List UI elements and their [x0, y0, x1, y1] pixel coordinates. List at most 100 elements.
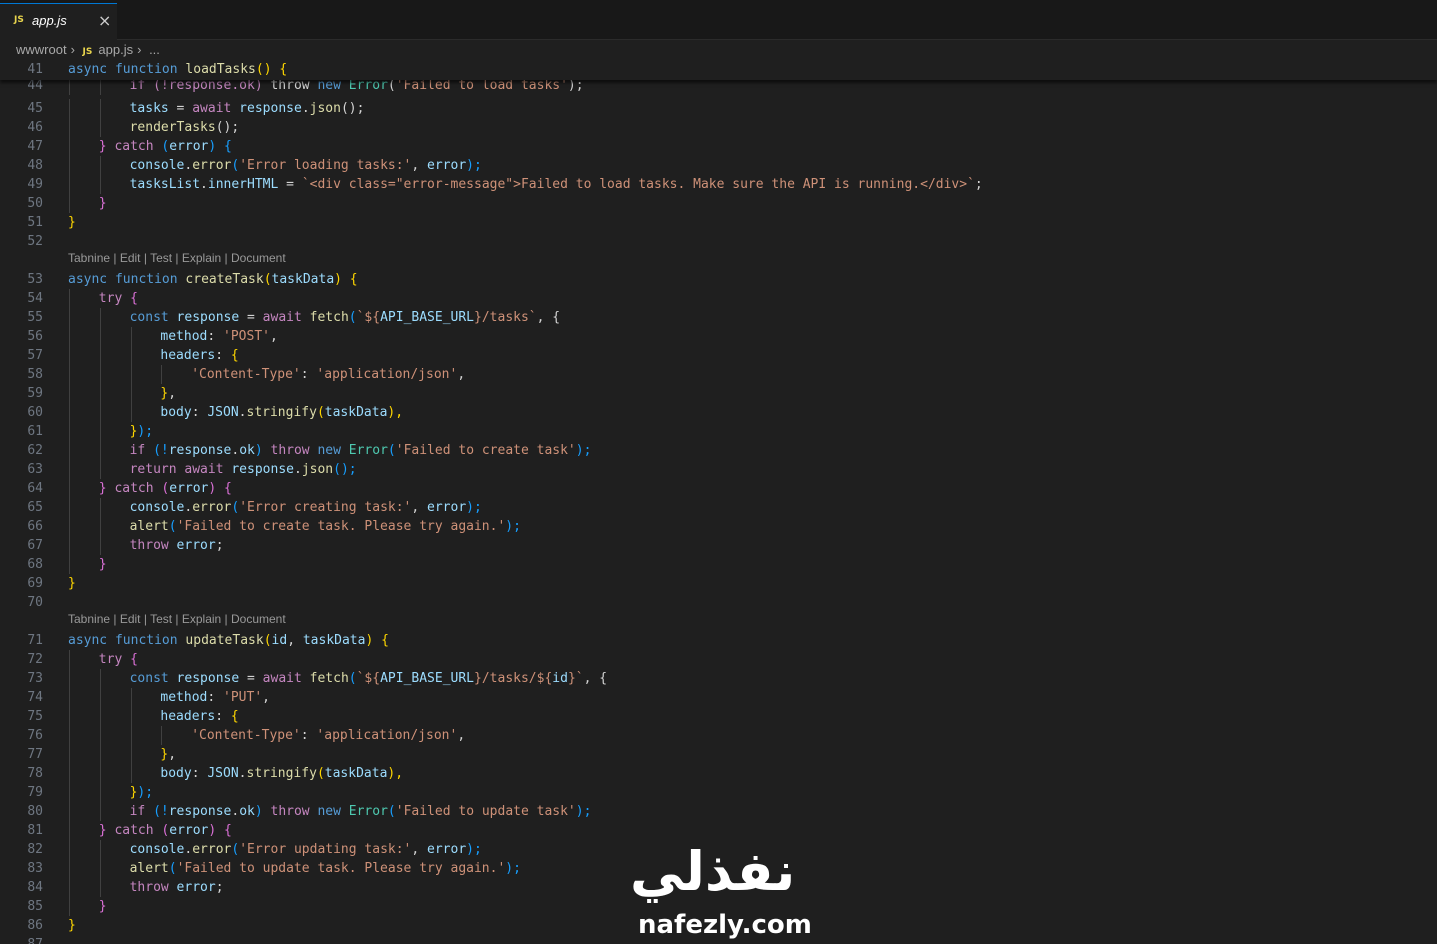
code-text[interactable]: console.error('Error loading tasks:', er… — [130, 156, 482, 175]
code-token: (); — [333, 462, 357, 477]
code-text[interactable]: } — [68, 213, 76, 232]
code-line[interactable]: 79}); — [0, 783, 1437, 802]
code-text[interactable]: async function createTask(taskData) { — [68, 270, 358, 289]
code-text[interactable]: const response = await fetch(`${API_BASE… — [130, 308, 561, 327]
code-text[interactable]: return await response.json(); — [130, 460, 357, 479]
code-text[interactable]: console.error('Error creating task:', er… — [130, 498, 482, 517]
code-text[interactable]: method: 'POST', — [160, 327, 277, 346]
code-text[interactable]: }); — [130, 783, 153, 802]
code-text[interactable]: alert('Failed to create task. Please try… — [130, 517, 521, 536]
code-line[interactable]: 51} — [0, 213, 1437, 232]
code-text[interactable]: }, — [160, 745, 176, 764]
code-editor[interactable]: 44 if (!response.ok) throw new Error('Fai… — [0, 60, 1437, 944]
indent-guide — [69, 346, 70, 365]
code-text[interactable]: async function updateTask(id, taskData) … — [68, 631, 389, 650]
code-line[interactable]: 72 try { — [0, 650, 1437, 669]
code-token: { — [216, 139, 232, 154]
code-line[interactable]: 76 'Content-Type': 'application/json', — [0, 726, 1437, 745]
indent-guide — [69, 517, 70, 536]
breadcrumb-symbol[interactable]: ... — [149, 42, 160, 57]
indent-guide — [69, 365, 70, 384]
code-line[interactable]: 73 const response = await fetch(`${API_BA… — [0, 669, 1437, 688]
code-text[interactable]: throw error; — [130, 878, 224, 897]
code-line[interactable]: 69} — [0, 574, 1437, 593]
code-line[interactable]: 57 headers: { — [0, 346, 1437, 365]
code-line[interactable]: 68} — [0, 555, 1437, 574]
code-line[interactable]: 65 console.error('Error creating task:', … — [0, 498, 1437, 517]
code-line[interactable]: 81} catch (error) { — [0, 821, 1437, 840]
code-line[interactable]: 80 if (!response.ok) throw new Error('Fai… — [0, 802, 1437, 821]
code-line[interactable]: 45 tasks = await response.json(); — [0, 99, 1437, 118]
indent-guide — [99, 878, 101, 897]
code-token: id — [271, 633, 288, 648]
code-text[interactable]: } — [68, 916, 76, 935]
code-line[interactable]: 48 console.error('Error loading tasks:', … — [0, 156, 1437, 175]
code-text[interactable]: } — [68, 574, 76, 593]
code-text[interactable]: if (!response.ok) throw new Error('Faile… — [130, 802, 592, 821]
code-text[interactable]: 'Content-Type': 'application/json', — [191, 365, 465, 384]
code-line[interactable]: 74 method: 'PUT', — [0, 688, 1437, 707]
code-text[interactable]: headers: { — [160, 707, 238, 726]
code-line[interactable]: 71 async function updateTask(id, taskData… — [0, 631, 1437, 650]
code-token: error — [168, 880, 216, 895]
code-text[interactable]: console.error('Error updating task:', er… — [130, 840, 482, 859]
code-text[interactable]: body: JSON.stringify(taskData), — [160, 764, 403, 783]
code-text[interactable]: alert('Failed to update task. Please try… — [130, 859, 521, 878]
code-line[interactable]: 77}, — [0, 745, 1437, 764]
code-text[interactable]: throw error; — [130, 536, 224, 555]
codelens-text[interactable]: Tabnine | Edit | Test | Explain | Docume… — [68, 251, 286, 270]
code-line[interactable]: 49 tasksList.innerHTML = `<div class="err… — [0, 175, 1437, 194]
code-line[interactable]: 66 alert('Failed to create task. Please t… — [0, 517, 1437, 536]
code-text[interactable]: try { — [99, 650, 138, 669]
codelens-text[interactable]: Tabnine | Edit | Test | Explain | Docume… — [68, 612, 286, 631]
code-line[interactable]: 64} catch (error) { — [0, 479, 1437, 498]
breadcrumb-folder[interactable]: wwwroot — [16, 42, 67, 57]
code-text[interactable]: tasks = await response.json(); — [130, 99, 365, 118]
code-text[interactable]: } — [99, 194, 107, 213]
line-number: 63 — [27, 462, 43, 477]
code-line[interactable]: 56 method: 'POST', — [0, 327, 1437, 346]
code-line[interactable]: 67 throw error; — [0, 536, 1437, 555]
code-text[interactable]: headers: { — [160, 346, 238, 365]
code-text[interactable]: const response = await fetch(`${API_BASE… — [130, 669, 608, 688]
codelens-actions[interactable]: Tabnine | Edit | Test | Explain | Docume… — [0, 251, 1437, 270]
code-line[interactable]: 62 if (!response.ok) throw new Error('Fai… — [0, 441, 1437, 460]
code-text[interactable]: } catch (error) { — [99, 479, 232, 498]
code-line[interactable]: 54 try { — [0, 289, 1437, 308]
code-line[interactable]: 70 — [0, 593, 1437, 612]
code-token: 'Failed to load tasks' — [395, 78, 568, 93]
code-line[interactable]: 61}); — [0, 422, 1437, 441]
code-line[interactable]: 47} catch (error) { — [0, 137, 1437, 156]
code-text[interactable]: } — [99, 897, 107, 916]
code-text[interactable]: body: JSON.stringify(taskData), — [160, 403, 403, 422]
code-line[interactable]: 52 — [0, 232, 1437, 251]
code-text[interactable]: } — [99, 555, 107, 574]
code-line[interactable]: 75 headers: { — [0, 707, 1437, 726]
tab-app-js[interactable]: JS app.js × — [0, 3, 117, 40]
code-text[interactable]: }); — [130, 422, 153, 441]
code-line[interactable]: 58 'Content-Type': 'application/json', — [0, 365, 1437, 384]
code-line[interactable]: 50} — [0, 194, 1437, 213]
code-line[interactable]: 78 body: JSON.stringify(taskData), — [0, 764, 1437, 783]
code-text[interactable]: }, — [160, 384, 176, 403]
code-text[interactable]: } catch (error) { — [99, 137, 232, 156]
code-line[interactable]: 63 return await response.json(); — [0, 460, 1437, 479]
close-icon[interactable]: × — [98, 11, 111, 30]
codelens-actions[interactable]: Tabnine | Edit | Test | Explain | Docume… — [0, 612, 1437, 631]
code-line[interactable]: 55 const response = await fetch(`${API_BA… — [0, 308, 1437, 327]
code-line[interactable]: 59}, — [0, 384, 1437, 403]
code-text[interactable]: } catch (error) { — [99, 821, 232, 840]
code-line[interactable]: 46 renderTasks(); — [0, 118, 1437, 137]
code-text[interactable]: tasksList.innerHTML = `<div class="error… — [130, 175, 983, 194]
code-text[interactable]: 'Content-Type': 'application/json', — [191, 726, 465, 745]
code-text[interactable]: if (!response.ok) throw new Error('Faile… — [130, 441, 592, 460]
code-text[interactable]: method: 'PUT', — [160, 688, 270, 707]
code-text[interactable]: renderTasks(); — [130, 118, 240, 137]
code-line[interactable]: 53 async function createTask(taskData) { — [0, 270, 1437, 289]
breadcrumb-file[interactable]: app.js — [98, 42, 133, 57]
code-text[interactable]: try { — [99, 289, 138, 308]
code-text[interactable]: async function loadTasks() { — [68, 60, 287, 79]
sticky-scroll-header[interactable]: 41 async function loadTasks() { — [0, 60, 1437, 80]
code-line[interactable]: 60 body: JSON.stringify(taskData), — [0, 403, 1437, 422]
code-token: 'PUT' — [223, 690, 263, 705]
